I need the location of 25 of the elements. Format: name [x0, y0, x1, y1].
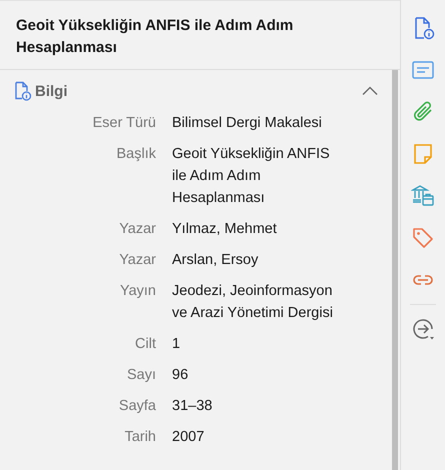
scrollbar-thumb[interactable]: [392, 70, 398, 470]
field-value[interactable]: Yılmaz, Mehmet: [172, 218, 340, 240]
field-label: Yazar: [119, 221, 156, 237]
field-label: Cilt: [135, 336, 156, 352]
field-label: Yayın: [120, 283, 156, 299]
field-label: Sayı: [126, 367, 156, 383]
field-value[interactable]: Arslan, Ersoy: [172, 249, 340, 271]
field-value[interactable]: 31–38: [172, 395, 340, 417]
field-label: Eser Türü: [92, 115, 156, 131]
locate-arrow-icon[interactable]: [411, 317, 435, 341]
note-icon[interactable]: [411, 142, 435, 166]
item-title: Geoit Yüksekliğin ANFIS ile Adım Adım Hesaplanması: [16, 16, 294, 58]
field-value[interactable]: 96: [172, 364, 340, 386]
tag-icon[interactable]: [411, 226, 435, 250]
field-value[interactable]: Geoit Yüksekliğin ANFIS ile Adım Adım Hesaplanması: [172, 143, 340, 209]
field-value[interactable]: Bilimsel Dergi Makalesi: [172, 112, 340, 134]
field-value[interactable]: 1: [172, 333, 340, 355]
field-label: Başlık: [116, 146, 156, 162]
field-value[interactable]: Jeodezi, Jeoinformasyon ve Arazi Yönetimi Dergisi: [172, 280, 340, 324]
library-folder-icon[interactable]: [411, 184, 435, 208]
field-value[interactable]: 2007: [172, 426, 340, 448]
section-title: Bilgi: [35, 82, 68, 100]
field-label: Yazar: [119, 252, 156, 268]
field-label: Sayfa: [118, 398, 156, 414]
field-label: Tarih: [124, 429, 156, 445]
